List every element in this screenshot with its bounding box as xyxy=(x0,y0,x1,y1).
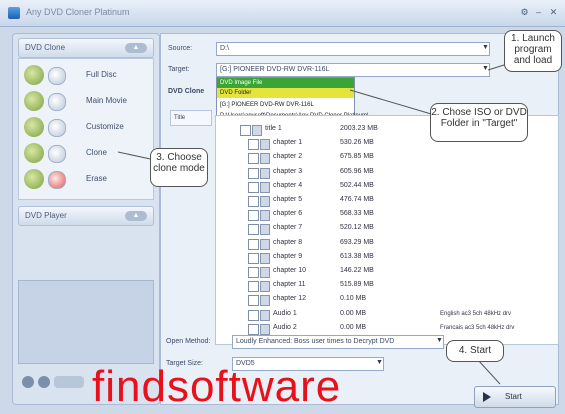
watermark-text: findsoftware xyxy=(92,362,342,411)
callout-1: 1. Launch program and load xyxy=(504,30,562,72)
callout-2-pointer xyxy=(349,89,439,117)
callout-2: 2. Chose ISO or DVD Folder in "Target" xyxy=(430,103,528,142)
callout-4-pointer xyxy=(477,359,501,385)
callout-4: 4. Start xyxy=(446,340,504,362)
callout-3: 3. Choose clone mode xyxy=(150,148,208,187)
